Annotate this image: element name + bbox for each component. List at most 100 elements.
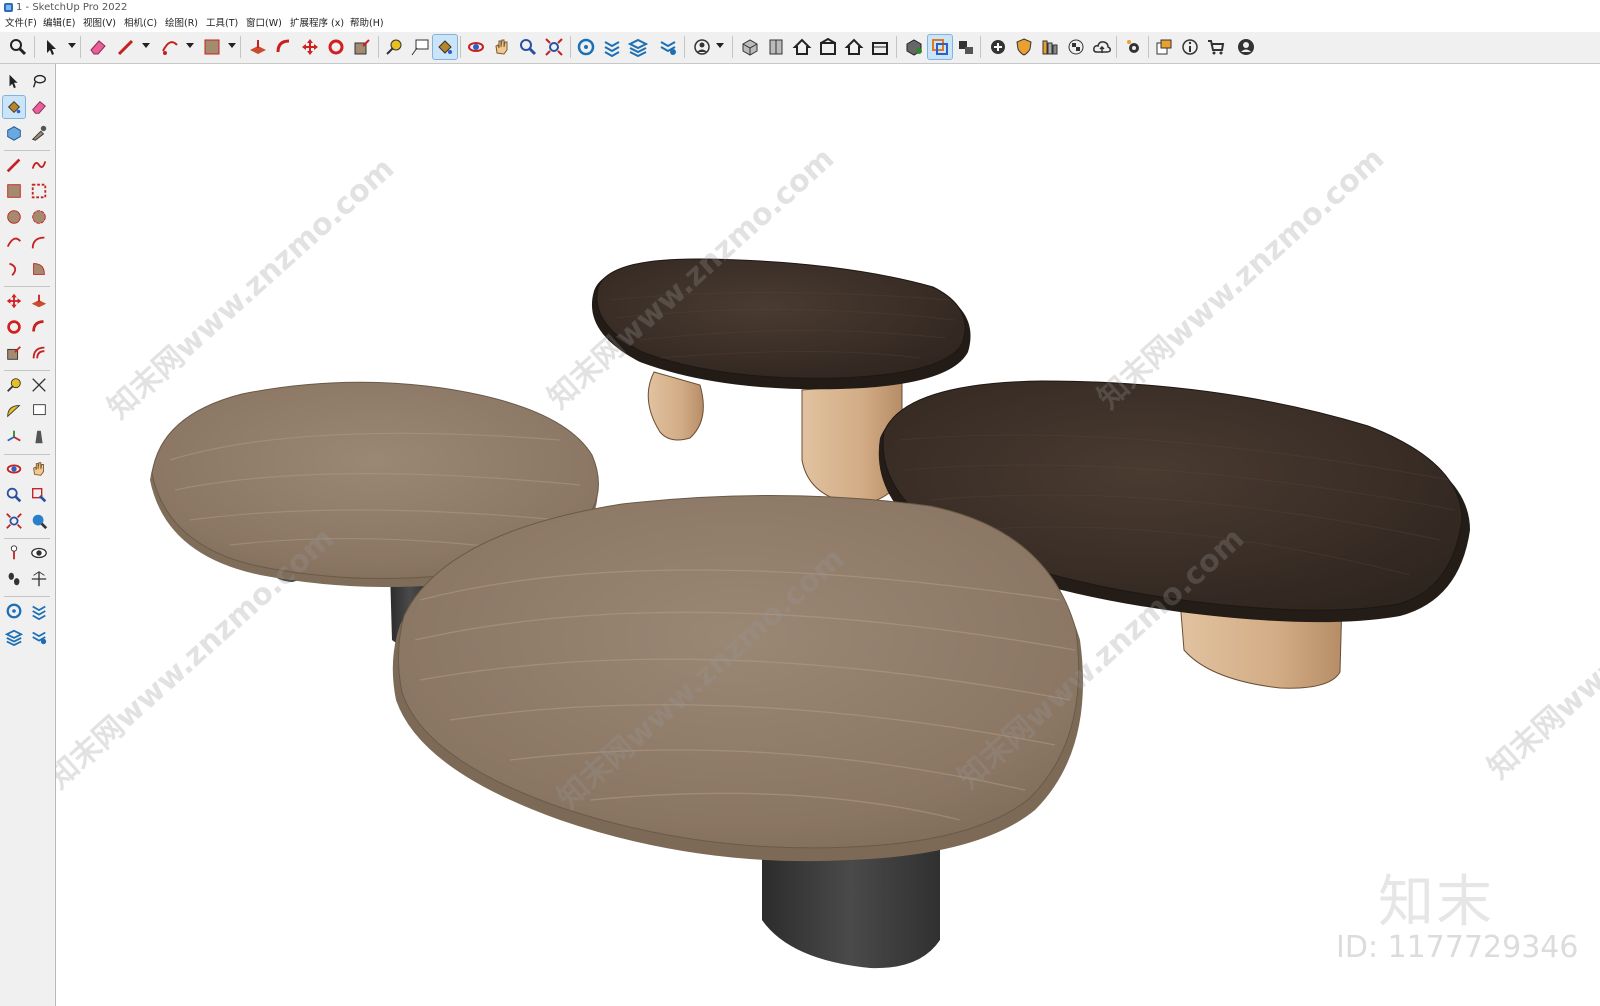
- warehouse-icon[interactable]: [574, 35, 598, 59]
- warehouse-icon[interactable]: [3, 600, 25, 622]
- position-camera-icon[interactable]: [3, 542, 25, 564]
- text-label-icon[interactable]: [28, 400, 50, 422]
- scale-icon[interactable]: [3, 342, 25, 364]
- axes-icon[interactable]: [3, 426, 25, 448]
- eraser-icon[interactable]: [86, 35, 110, 59]
- classifier-icon[interactable]: [1038, 35, 1062, 59]
- chevron-down-icon[interactable]: [142, 43, 150, 48]
- protractor-icon[interactable]: [3, 400, 25, 422]
- top-view-icon[interactable]: [764, 35, 788, 59]
- back-view-icon[interactable]: [842, 35, 866, 59]
- checker-pattern-icon[interactable]: [1064, 35, 1088, 59]
- add-location-icon[interactable]: [986, 35, 1010, 59]
- zoom-icon[interactable]: [516, 35, 540, 59]
- follow-me-icon[interactable]: [272, 35, 296, 59]
- pan-hand-icon[interactable]: [28, 458, 50, 480]
- gear-icon[interactable]: [1122, 35, 1146, 59]
- three-point-arc-icon[interactable]: [3, 258, 25, 280]
- menu-help[interactable]: 帮助(H): [350, 16, 384, 32]
- offset-icon[interactable]: [28, 342, 50, 364]
- pie-icon[interactable]: [28, 258, 50, 280]
- profile-icon[interactable]: [1234, 35, 1258, 59]
- eyedropper-icon[interactable]: [28, 122, 50, 144]
- paint-bucket-icon[interactable]: [2, 95, 26, 119]
- layers-icon[interactable]: [3, 626, 25, 648]
- tape-measure-icon[interactable]: [382, 35, 406, 59]
- pan-hand-icon[interactable]: [490, 35, 514, 59]
- cloud-upload-icon[interactable]: [1090, 35, 1114, 59]
- menu-edit[interactable]: 编辑(E): [43, 16, 75, 32]
- look-around-icon[interactable]: [28, 542, 50, 564]
- menu-file[interactable]: 文件(F): [5, 16, 37, 32]
- zoom-window-icon[interactable]: [28, 484, 50, 506]
- select-arrow-icon[interactable]: [3, 70, 25, 92]
- chevron-down-icon[interactable]: [68, 43, 76, 48]
- tape-measure-icon[interactable]: [3, 374, 25, 396]
- pencil-line-icon[interactable]: [3, 154, 25, 176]
- rotate-icon[interactable]: [324, 35, 348, 59]
- lasso-select-icon[interactable]: [28, 70, 50, 92]
- push-pull-icon[interactable]: [246, 35, 270, 59]
- two-point-arc-icon[interactable]: [28, 232, 50, 254]
- move-icon[interactable]: [3, 290, 25, 312]
- move-icon[interactable]: [298, 35, 322, 59]
- layers-icon[interactable]: [626, 35, 650, 59]
- front-view-icon[interactable]: [790, 35, 814, 59]
- arc-icon[interactable]: [3, 232, 25, 254]
- layout-icon[interactable]: [1152, 35, 1176, 59]
- polygon-icon[interactable]: [28, 206, 50, 228]
- menu-tools[interactable]: 工具(T): [206, 16, 238, 32]
- text-label-icon[interactable]: [408, 35, 432, 59]
- menu-extensions[interactable]: 扩展程序 (x): [290, 16, 344, 32]
- previous-view-icon[interactable]: [28, 510, 50, 532]
- rotated-rectangle-icon[interactable]: [28, 180, 50, 202]
- cart-icon[interactable]: [1204, 35, 1228, 59]
- chevron-down-icon[interactable]: [228, 43, 236, 48]
- chevron-down-icon[interactable]: [716, 43, 724, 48]
- rotate-icon[interactable]: [3, 316, 25, 338]
- section-plane-icon[interactable]: [927, 34, 953, 60]
- account-icon[interactable]: [690, 35, 714, 59]
- eraser-icon[interactable]: [28, 96, 50, 118]
- pencil-line-icon[interactable]: [114, 35, 138, 59]
- left-view-icon[interactable]: [868, 35, 892, 59]
- menu-view[interactable]: 视图(V): [83, 16, 116, 32]
- component-icon[interactable]: [3, 122, 25, 144]
- scale-icon[interactable]: [350, 35, 374, 59]
- dimension-icon[interactable]: [28, 374, 50, 396]
- zoom-icon[interactable]: [6, 35, 30, 59]
- zoom-extents-icon[interactable]: [3, 510, 25, 532]
- freehand-icon[interactable]: [28, 154, 50, 176]
- zoom-extents-icon[interactable]: [542, 35, 566, 59]
- extension-manager-icon[interactable]: [656, 35, 680, 59]
- select-arrow-icon[interactable]: [40, 35, 64, 59]
- shield-icon[interactable]: [1012, 35, 1036, 59]
- extension-warehouse-icon[interactable]: [600, 35, 624, 59]
- rectangle-icon[interactable]: [200, 35, 224, 59]
- info-icon[interactable]: [1178, 35, 1202, 59]
- paint-bucket-icon[interactable]: [432, 34, 458, 60]
- 3d-text-icon[interactable]: [28, 426, 50, 448]
- extension-warehouse-icon[interactable]: [28, 600, 50, 622]
- push-pull-icon[interactable]: [28, 290, 50, 312]
- solid-tools-icon[interactable]: [902, 35, 926, 59]
- rectangle-icon[interactable]: [3, 180, 25, 202]
- section-cut-icon[interactable]: [28, 568, 50, 590]
- circle-icon[interactable]: [3, 206, 25, 228]
- extension-manager-icon[interactable]: [28, 626, 50, 648]
- iso-view-icon[interactable]: [738, 35, 762, 59]
- orbit-icon[interactable]: [464, 35, 488, 59]
- zoom-icon[interactable]: [3, 484, 25, 506]
- orbit-icon[interactable]: [3, 458, 25, 480]
- arc-icon[interactable]: [158, 35, 182, 59]
- coffee-table-model: [150, 258, 1470, 969]
- right-view-icon[interactable]: [816, 35, 840, 59]
- scenes-icon[interactable]: [954, 35, 978, 59]
- follow-me-icon[interactable]: [28, 316, 50, 338]
- menu-camera[interactable]: 相机(C): [124, 16, 157, 32]
- walk-icon[interactable]: [3, 568, 25, 590]
- menu-draw[interactable]: 绘图(R): [165, 16, 198, 32]
- model-viewport[interactable]: 知末网www.znzmo.com 知末网www.znzmo.com 知末网www…: [56, 64, 1600, 1006]
- chevron-down-icon[interactable]: [186, 43, 194, 48]
- menu-window[interactable]: 窗口(W): [246, 16, 282, 32]
